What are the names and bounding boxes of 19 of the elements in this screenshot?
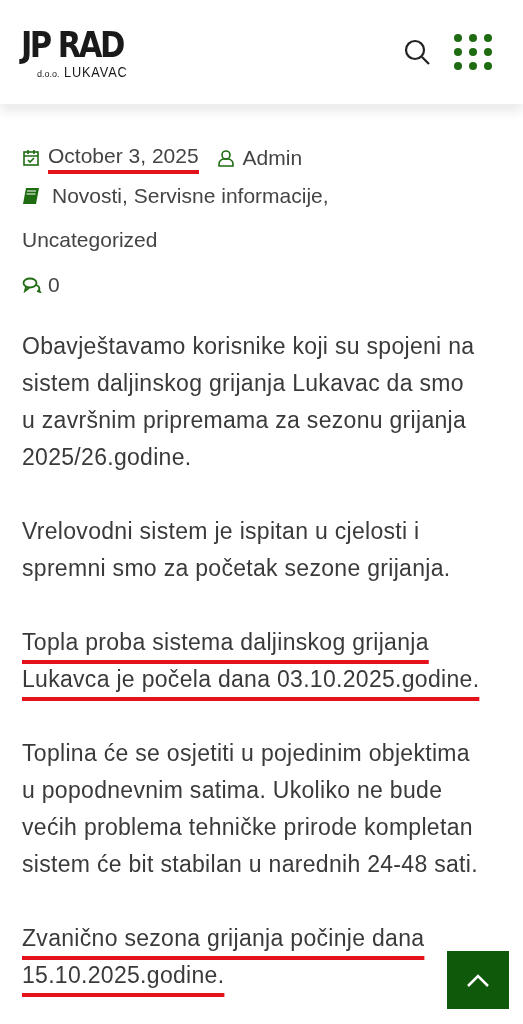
body-paragraph: Vrelovodni sistem je ispitan u cjelosti i spremni smo za početak sezone grijanja. [22, 517, 451, 583]
search-icon[interactable] [403, 38, 431, 66]
body-paragraph: Toplina će se osjetiti u pojedinim objektima u popodnevnim satima. Ukoliko ne bude većih problema tehničke prirode kompletan sistem će bit stabilan u narednih 24-48 sati. [22, 739, 478, 879]
user-icon [216, 149, 235, 167]
comment-count[interactable]: 0 [48, 269, 60, 301]
comments-icon [22, 277, 42, 293]
author-link[interactable]: Admin [242, 142, 303, 174]
category-link[interactable]: Uncategorized [22, 224, 158, 256]
category-link[interactable]: Novosti, Servisne informacije, [52, 180, 329, 212]
body-paragraph: Zvanično sezona grijanja počinje dana 15.10.2025.godine. [22, 924, 425, 990]
logo[interactable]: JP RAD d.o.o. LUKAVAC [21, 25, 141, 79]
body-paragraph: Obavještavamo korisnike koji su spojeni na sistem daljinskog grijanja Lukavac da smo u završnim pripremama za sezonu grijanja 2025/26.godine. [22, 332, 475, 472]
calendar-icon [22, 149, 40, 167]
menu-icon[interactable] [453, 34, 493, 70]
post-date-link[interactable]: October 3, 2025 [48, 142, 199, 174]
book-icon [22, 187, 40, 205]
chevron-up-icon [467, 973, 489, 987]
body-paragraph: Topla proba sistema daljinskog grijanja Lukavca je počela dana 03.10.2025.godine. [22, 628, 480, 694]
scroll-to-top-button[interactable] [447, 951, 509, 1009]
